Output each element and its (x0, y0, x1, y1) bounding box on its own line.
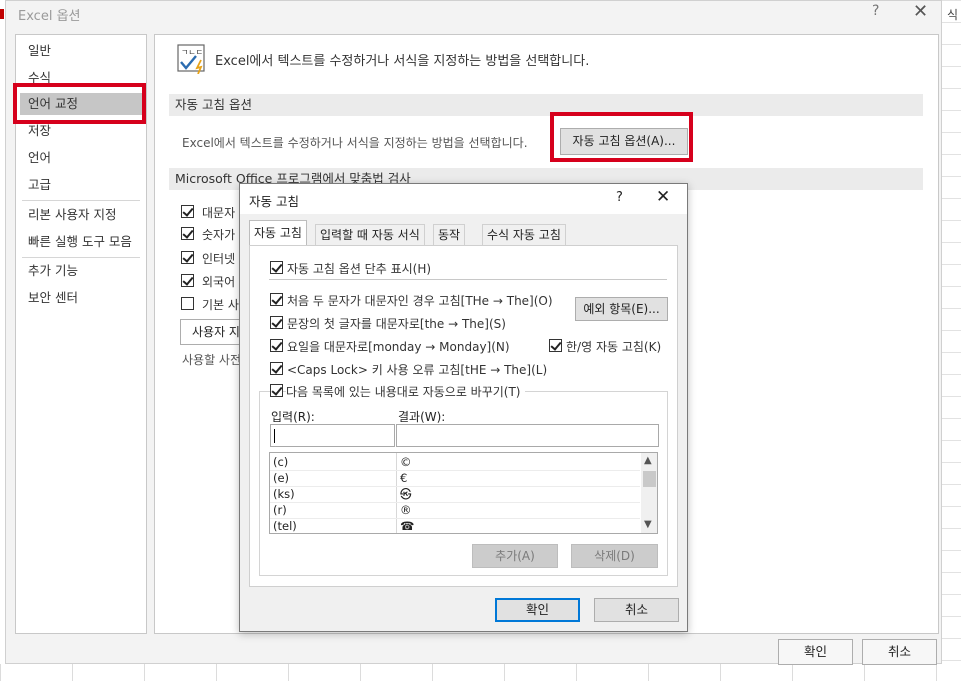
result-label: 결과(W): (398, 410, 446, 424)
list-item-input: (c) (273, 455, 289, 469)
list-item-input: (e) (273, 471, 290, 485)
spelling-label-2: 숫자가 (202, 228, 236, 242)
korean-english-label: 한/영 자동 고침(K) (566, 340, 662, 354)
spelling-checkbox-4[interactable] (181, 274, 194, 287)
spelling-checkbox-2[interactable] (181, 227, 194, 240)
ok-button[interactable]: 확인 (778, 639, 853, 665)
svg-text:ㄱㄴㄷ: ㄱㄴㄷ (181, 48, 203, 57)
sidebar-item-general[interactable]: 일반 (28, 40, 51, 62)
autocorrect-section-header: 자동 고침 옵션 (169, 94, 923, 116)
close-icon[interactable]: ✕ (913, 1, 928, 22)
sidebar-item-language[interactable]: 언어 (28, 147, 51, 169)
scroll-down-icon[interactable]: ▼ (644, 519, 652, 530)
highlight-autocorrect-button (550, 112, 693, 162)
add-button[interactable]: 추가(A) (472, 544, 558, 568)
caps-lock-label: <Caps Lock> 키 사용 오류 고침[tHE → The](L) (287, 363, 548, 377)
replace-text-checkbox[interactable] (270, 384, 283, 397)
scrollbar-thumb[interactable] (643, 471, 656, 487)
list-scrollbar[interactable]: ▲ ▼ (641, 453, 657, 533)
capitalize-days-label: 요일을 대문자로[monday → Monday](N) (287, 340, 510, 354)
input-label: 입력(R): (271, 410, 315, 424)
autocorrect-panel: 자동 고침 옵션 단추 표시(H) 처음 두 문자가 대문자인 경우 고침[TH… (249, 245, 678, 587)
list-item[interactable]: (c) © (270, 454, 640, 470)
highlight-proofing (13, 83, 146, 124)
sidebar-item-quick-access[interactable]: 빠른 실행 도구 모음 (28, 231, 132, 253)
options-sidebar: 일반 수식 언어 교정 저장 언어 고급 리본 사용자 지정 빠른 실행 도구 … (15, 34, 147, 634)
spelling-label-3: 인터넷 (202, 252, 236, 266)
sidebar-item-customize-ribbon[interactable]: 리본 사용자 지정 (28, 204, 116, 226)
list-item-result: ☎ (400, 519, 415, 533)
two-initial-caps-label: 처음 두 문자가 대문자인 경우 고침[THe → The](O) (287, 294, 553, 308)
capitalize-sentence-label: 문장의 첫 글자를 대문자로[the → The](S) (287, 317, 506, 331)
window-title: Excel 옵션 (18, 9, 81, 24)
spelling-label-5: 기본 사 (202, 298, 239, 312)
spreadsheet-text: 식 (946, 8, 958, 22)
spelling-label-4: 외국어 (202, 275, 236, 289)
list-item[interactable]: (e) € (270, 470, 640, 486)
spreadsheet-grid-bottom (0, 664, 961, 681)
tab-autocorrect[interactable]: 자동 고침 (249, 220, 307, 246)
list-item-result: € (400, 471, 408, 485)
text-caret (274, 429, 275, 443)
sidebar-item-advanced[interactable]: 고급 (28, 174, 51, 196)
close-icon[interactable]: ✕ (656, 187, 670, 207)
autocorrect-dialog: 자동 고침 ? ✕ 자동 고침 입력할 때 자동 서식 동작 수식 자동 고침 … (239, 183, 688, 632)
two-initial-caps-checkbox[interactable] (270, 293, 283, 306)
dialog-ok-button[interactable]: 확인 (495, 598, 580, 622)
sidebar-divider (22, 200, 140, 201)
sidebar-item-trust-center[interactable]: 보안 센터 (28, 287, 78, 309)
autocorrect-description: Excel에서 텍스트를 수정하거나 서식을 지정하는 방법을 선택합니다. (182, 136, 528, 150)
spelling-checkbox-5[interactable] (181, 297, 194, 310)
show-buttons-label: 자동 고침 옵션 단추 표시(H) (287, 262, 432, 276)
sidebar-item-add-ins[interactable]: 추가 기능 (28, 260, 78, 282)
replace-text-label: 다음 목록에 있는 내용대로 자동으로 바꾸기(T) (286, 383, 525, 400)
cancel-button[interactable]: 취소 (862, 639, 937, 665)
spreadsheet-accent (0, 9, 4, 19)
proofing-intro: Excel에서 텍스트를 수정하거나 서식을 지정하는 방법을 선택합니다. (215, 54, 590, 69)
dialog-titlebar: 자동 고침 ? ✕ (240, 184, 687, 214)
sidebar-divider (22, 257, 140, 258)
replace-input-field[interactable] (270, 424, 395, 447)
scroll-up-icon[interactable]: ▲ (644, 455, 652, 466)
tab-math-autocorrect[interactable]: 수식 자동 고침 (482, 224, 566, 245)
list-item[interactable]: (r) ® (270, 502, 640, 518)
tab-actions[interactable]: 동작 (433, 224, 466, 245)
korean-english-checkbox[interactable] (549, 339, 562, 352)
dialog-title: 자동 고침 (249, 194, 299, 209)
separator (269, 279, 667, 280)
help-icon[interactable]: ? (616, 190, 623, 205)
list-item-input: (ks) (273, 487, 295, 501)
show-buttons-checkbox[interactable] (270, 261, 283, 274)
help-icon[interactable]: ? (872, 3, 879, 19)
abc-check-icon: ㄱㄴㄷ (177, 44, 205, 74)
capitalize-days-checkbox[interactable] (270, 339, 283, 352)
list-item-input: (r) (273, 503, 287, 517)
tab-autoformat[interactable]: 입력할 때 자동 서식 (315, 224, 425, 245)
spreadsheet-background (941, 0, 961, 681)
list-item[interactable]: (ks) ㉿ (270, 486, 640, 502)
spelling-checkbox-1[interactable] (181, 205, 194, 218)
dictionary-note: 사용할 사전 (182, 353, 242, 367)
list-item-result: ® (400, 503, 412, 517)
replace-result-field[interactable] (396, 424, 659, 447)
list-item-input: (tel) (273, 519, 297, 533)
autocorrect-list[interactable]: (c) © (e) € (ks) ㉿ (r) ® (tel) ☎ ▲ ▼ (269, 452, 658, 534)
spelling-label-1: 대문자 (202, 206, 236, 220)
capitalize-sentence-checkbox[interactable] (270, 316, 283, 329)
list-item-result: ㉿ (400, 487, 412, 501)
spelling-checkbox-3[interactable] (181, 251, 194, 264)
dialog-cancel-button[interactable]: 취소 (594, 598, 679, 622)
list-item-result: © (400, 455, 412, 469)
exceptions-button[interactable]: 예외 항목(E)... (575, 297, 668, 321)
list-item[interactable]: (tel) ☎ (270, 518, 640, 533)
caps-lock-checkbox[interactable] (270, 362, 283, 375)
delete-button[interactable]: 삭제(D) (571, 544, 658, 568)
